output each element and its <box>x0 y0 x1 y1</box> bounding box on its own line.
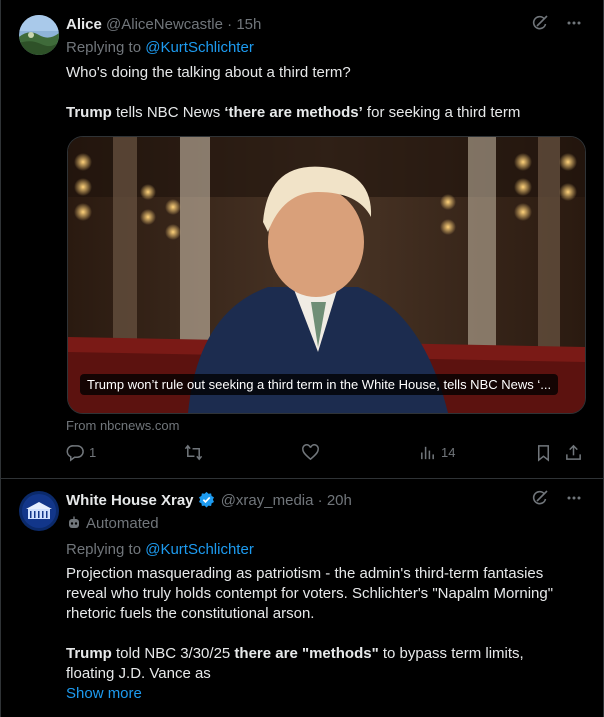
tweet-alice[interactable]: Alice @AliceNewcastle · 15h Replying to <box>1 0 603 479</box>
author-handle[interactable]: @xray_media <box>221 492 314 509</box>
author-handle[interactable]: @AliceNewcastle <box>106 16 223 33</box>
robot-icon <box>66 515 82 537</box>
more-icon[interactable] <box>565 489 583 507</box>
card-image <box>68 137 585 413</box>
tweet-header: Alice @AliceNewcastle · 15h <box>66 14 583 36</box>
views-button[interactable]: 14 <box>418 443 455 462</box>
more-icon[interactable] <box>565 14 583 32</box>
bookmark-icon <box>537 445 550 462</box>
link-card[interactable]: Trump won’t rule out seeking a third ter… <box>67 136 586 414</box>
timestamp[interactable]: 20h <box>327 492 352 509</box>
grok-icon[interactable] <box>531 489 549 507</box>
reply-button[interactable]: 1 <box>66 443 96 462</box>
tweet-text-line: Trump told NBC 3/30/25 there are "method… <box>66 645 524 662</box>
avatar[interactable] <box>19 15 59 55</box>
author-name[interactable]: White House Xray <box>66 492 194 509</box>
views-count: 14 <box>441 445 456 460</box>
timestamp[interactable]: 15h <box>236 16 261 33</box>
like-icon <box>302 444 319 461</box>
reply-count: 1 <box>89 445 97 460</box>
retweet-icon <box>184 444 203 461</box>
separator: · <box>317 492 323 509</box>
reply-icon <box>66 445 84 462</box>
card-source[interactable]: From nbcnews.com <box>66 416 179 436</box>
tweet-header: White House Xray @xray_media · 20h <box>66 489 583 512</box>
share-button[interactable] <box>564 443 583 462</box>
replying-handle-link[interactable]: @KurtSchlichter <box>145 39 254 56</box>
tweet-text-line: rhetoric fuels the constitutional arson. <box>66 605 315 622</box>
replying-to: Replying to @KurtSchlichter <box>66 541 254 558</box>
bookmark-button[interactable] <box>534 443 553 462</box>
retweet-button[interactable] <box>184 443 203 462</box>
automated-label: Automated <box>66 514 159 537</box>
replying-to: Replying to @KurtSchlichter <box>66 39 254 56</box>
tweet-text-line: Who's doing the talking about a third te… <box>66 64 351 81</box>
views-icon <box>421 446 434 460</box>
avatar[interactable] <box>19 491 59 531</box>
separator: · <box>227 16 233 33</box>
grok-icon[interactable] <box>531 14 549 32</box>
tweet-white-house-xray[interactable]: White House Xray @xray_media · 20h Autom… <box>1 479 603 717</box>
tweet-text-line: floating J.D. Vance as <box>66 665 211 682</box>
replying-handle-link[interactable]: @KurtSchlichter <box>145 541 254 558</box>
author-name[interactable]: Alice <box>66 16 102 33</box>
share-icon <box>566 444 581 460</box>
card-caption: Trump won’t rule out seeking a third ter… <box>80 374 559 395</box>
tweet-headline: Trump tells NBC News ‘there are methods’… <box>66 104 521 121</box>
tweet-actions: 1 14 <box>66 443 583 467</box>
show-more-link[interactable]: Show more <box>66 684 142 704</box>
tweet-text-line: reveal who truly holds contempt for vote… <box>66 585 554 602</box>
verified-badge-icon <box>198 491 215 512</box>
tweet-text-line: Projection masquerading as patriotism - … <box>66 565 544 582</box>
like-button[interactable] <box>301 443 320 462</box>
